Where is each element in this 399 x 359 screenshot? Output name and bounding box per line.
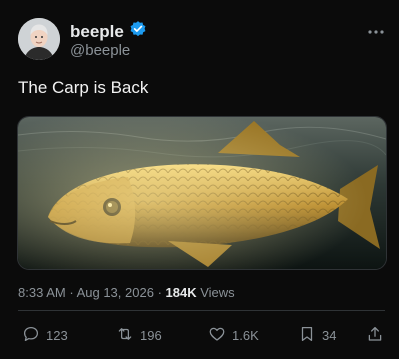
meta-separator: · — [69, 285, 74, 300]
tweet-date[interactable]: Aug 13, 2026 — [77, 285, 154, 300]
bookmark-button[interactable]: 34 — [298, 325, 336, 346]
author-handle[interactable]: @beeple — [70, 42, 130, 59]
views-count: 184K — [165, 285, 197, 300]
like-count: 1.6K — [232, 328, 259, 343]
carp-artwork — [18, 117, 386, 269]
heart-icon — [208, 325, 226, 346]
reply-button[interactable]: 123 — [22, 325, 68, 346]
action-bar: 123 196 1.6K 34 — [0, 325, 399, 345]
tweet-media-image[interactable] — [17, 116, 387, 270]
display-name[interactable]: beeple — [70, 22, 124, 42]
tweet-text: The Carp is Back — [18, 78, 149, 97]
share-icon — [366, 325, 384, 346]
more-options-icon[interactable] — [367, 22, 385, 40]
reply-icon — [22, 325, 40, 346]
retweet-count: 196 — [140, 328, 162, 343]
avatar[interactable] — [18, 18, 60, 60]
bookmark-count: 34 — [322, 328, 337, 343]
retweet-button[interactable]: 196 — [116, 325, 162, 346]
author-name-row: beeple — [70, 20, 147, 43]
bookmark-icon — [298, 325, 316, 346]
verified-badge-icon — [129, 20, 147, 43]
views-label: Views — [200, 285, 235, 300]
reply-count: 123 — [46, 328, 68, 343]
tweet-card: beeple @beeple The Carp is Back 8:33 AM … — [0, 0, 399, 359]
retweet-icon — [116, 325, 134, 346]
meta-separator: · — [157, 285, 162, 300]
divider — [18, 310, 385, 311]
share-button[interactable] — [366, 325, 384, 346]
tweet-time[interactable]: 8:33 AM — [18, 285, 66, 300]
avatar-image — [18, 18, 60, 60]
tweet-metadata: 8:33 AM · Aug 13, 2026 · 184K Views — [18, 285, 235, 300]
like-button[interactable]: 1.6K — [208, 325, 259, 346]
